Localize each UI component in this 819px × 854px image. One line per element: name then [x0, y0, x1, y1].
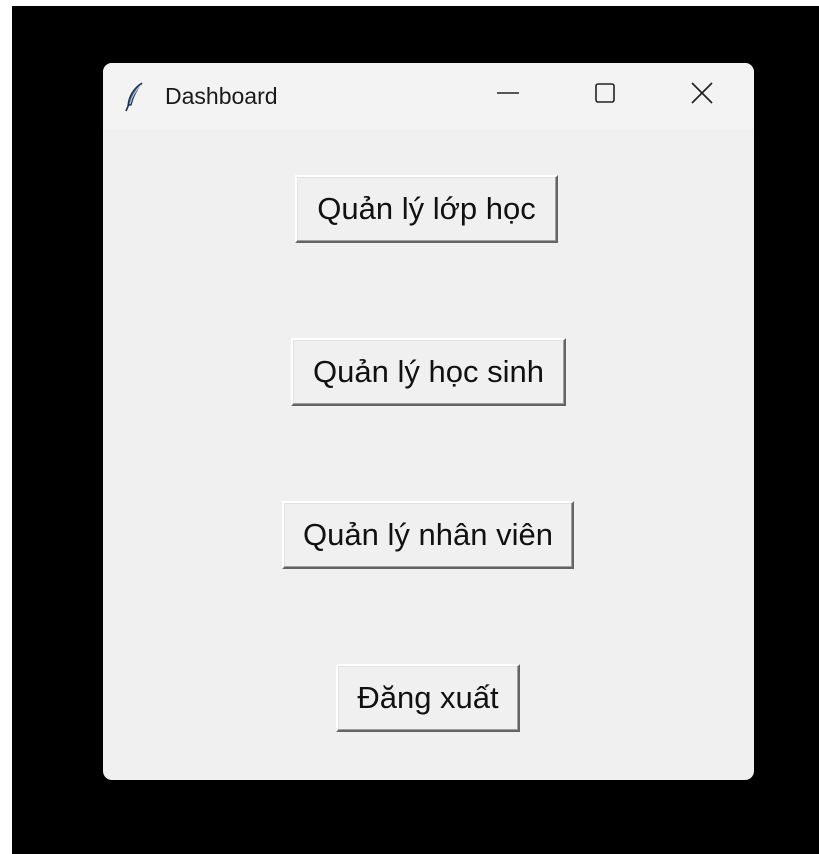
dashboard-window: Dashboard Quản lý lớp học Quản lý học si…: [103, 63, 754, 780]
maximize-icon: [592, 80, 618, 111]
desktop-background: Dashboard Quản lý lớp học Quản lý học si…: [12, 6, 819, 854]
minimize-button[interactable]: [483, 73, 533, 117]
manage-students-button[interactable]: Quản lý học sinh: [291, 338, 566, 406]
window-title: Dashboard: [165, 83, 278, 109]
minimize-icon: [495, 80, 521, 111]
maximize-button[interactable]: [580, 73, 630, 117]
manage-classes-button[interactable]: Quản lý lớp học: [295, 175, 558, 243]
title-bar[interactable]: Dashboard: [103, 63, 754, 129]
close-icon: [689, 80, 715, 111]
logout-button[interactable]: Đăng xuất: [336, 664, 520, 732]
close-button[interactable]: [677, 73, 727, 117]
manage-staff-button[interactable]: Quản lý nhân viên: [282, 501, 574, 569]
feather-icon: [123, 81, 147, 113]
